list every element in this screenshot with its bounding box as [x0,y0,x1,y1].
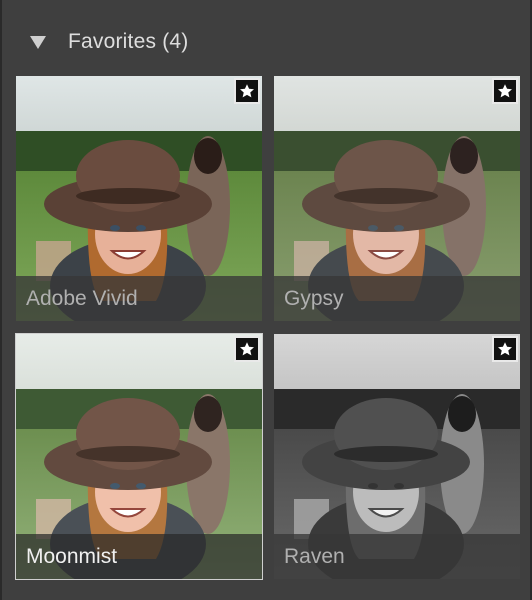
favorite-star-badge[interactable] [234,336,260,362]
favorite-star-badge[interactable] [492,78,518,104]
preset-name: Raven [274,534,520,579]
star-icon [498,84,512,98]
triangle-down-icon[interactable] [30,36,46,49]
preset-tile-adobe-vivid[interactable]: Adobe Vivid [16,76,262,321]
preset-name: Gypsy [274,276,520,321]
favorite-star-badge[interactable] [234,78,260,104]
favorite-star-badge[interactable] [492,336,518,362]
star-icon [240,342,254,356]
star-icon [498,342,512,356]
star-icon [240,84,254,98]
preset-name: Adobe Vivid [16,276,262,321]
section-title: Favorites (4) [68,30,189,53]
presets-panel: Favorites (4) Adobe Vivid Gypsy Moonmist… [0,0,532,600]
preset-name: Moonmist [16,534,262,579]
preset-tile-gypsy[interactable]: Gypsy [274,76,520,321]
preset-tile-raven[interactable]: Raven [274,334,520,579]
preset-tile-moonmist[interactable]: Moonmist [15,333,263,580]
favorites-section-header[interactable]: Favorites (4) [2,22,530,66]
